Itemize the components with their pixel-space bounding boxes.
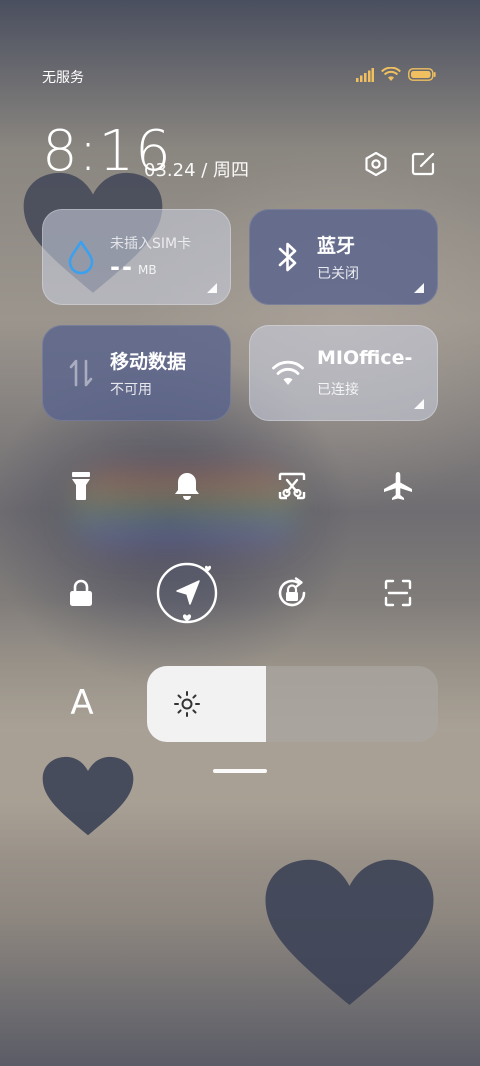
data-usage-value: -- (110, 253, 134, 281)
sun-icon (174, 691, 200, 717)
data-arrows-icon (64, 355, 98, 391)
bluetooth-status: 已关闭 (317, 266, 359, 282)
brightness-slider-fill (147, 666, 266, 742)
wifi-network-name: MIOffice- (317, 347, 413, 369)
data-usage-unit: MB (138, 263, 157, 277)
wifi-icon (271, 355, 305, 391)
water-drop-icon (64, 239, 98, 275)
carrier-label: 无服务 (42, 70, 84, 86)
signal-bars-icon (356, 67, 374, 82)
scanner-button[interactable] (366, 561, 430, 625)
mobile-data-status: 不可用 (110, 382, 152, 398)
clock-date: 03.24 / 周四 (144, 160, 250, 181)
tile-expand-corner (414, 399, 424, 409)
tile-expand-corner (414, 283, 424, 293)
location-toggle[interactable] (152, 558, 222, 628)
battery-icon (408, 68, 436, 81)
status-icons (356, 67, 436, 82)
location-icon (156, 562, 218, 624)
wifi-status: 已连接 (317, 382, 359, 398)
tile-expand-corner (207, 283, 217, 293)
rotation-lock-toggle[interactable] (260, 561, 324, 625)
screenshot-icon (278, 472, 306, 500)
airplane-icon (384, 472, 412, 500)
wifi-icon (381, 67, 401, 81)
mobile-data-title: 移动数据 (110, 351, 187, 373)
bluetooth-title: 蓝牙 (317, 235, 356, 257)
sim-usage-tile[interactable]: 未插入SIM卡 -- MB (42, 209, 231, 305)
edit-icon (411, 152, 435, 176)
lock-icon (70, 579, 92, 606)
auto-brightness-button[interactable]: A (60, 678, 104, 728)
screen-lock-button[interactable] (49, 561, 113, 625)
mobile-data-tile[interactable]: 移动数据 不可用 (42, 325, 231, 421)
notification-bell-toggle[interactable] (155, 454, 219, 518)
rotation-lock-icon (278, 577, 306, 607)
brightness-row: A (0, 666, 480, 742)
status-bar: 无服务 (0, 62, 480, 92)
screenshot-toggle[interactable] (260, 454, 324, 518)
sim-status-label: 未插入SIM卡 (110, 236, 192, 252)
edit-button[interactable] (409, 150, 437, 178)
bluetooth-tile[interactable]: 蓝牙 已关闭 (249, 209, 438, 305)
flashlight-toggle[interactable] (49, 454, 113, 518)
brightness-slider[interactable] (147, 666, 438, 742)
wallpaper-heart-bottom (265, 859, 434, 1005)
bell-icon (175, 473, 199, 500)
wallpaper-heart-left (42, 756, 134, 836)
settings-hex-icon (365, 151, 387, 177)
bluetooth-icon (271, 239, 305, 275)
scan-icon (384, 579, 412, 607)
wifi-tile[interactable]: MIOffice- 已连接 (249, 325, 438, 421)
flashlight-icon (72, 472, 90, 500)
airplane-mode-toggle[interactable] (366, 454, 430, 518)
drag-handle[interactable] (213, 769, 267, 773)
settings-button[interactable] (362, 150, 390, 178)
